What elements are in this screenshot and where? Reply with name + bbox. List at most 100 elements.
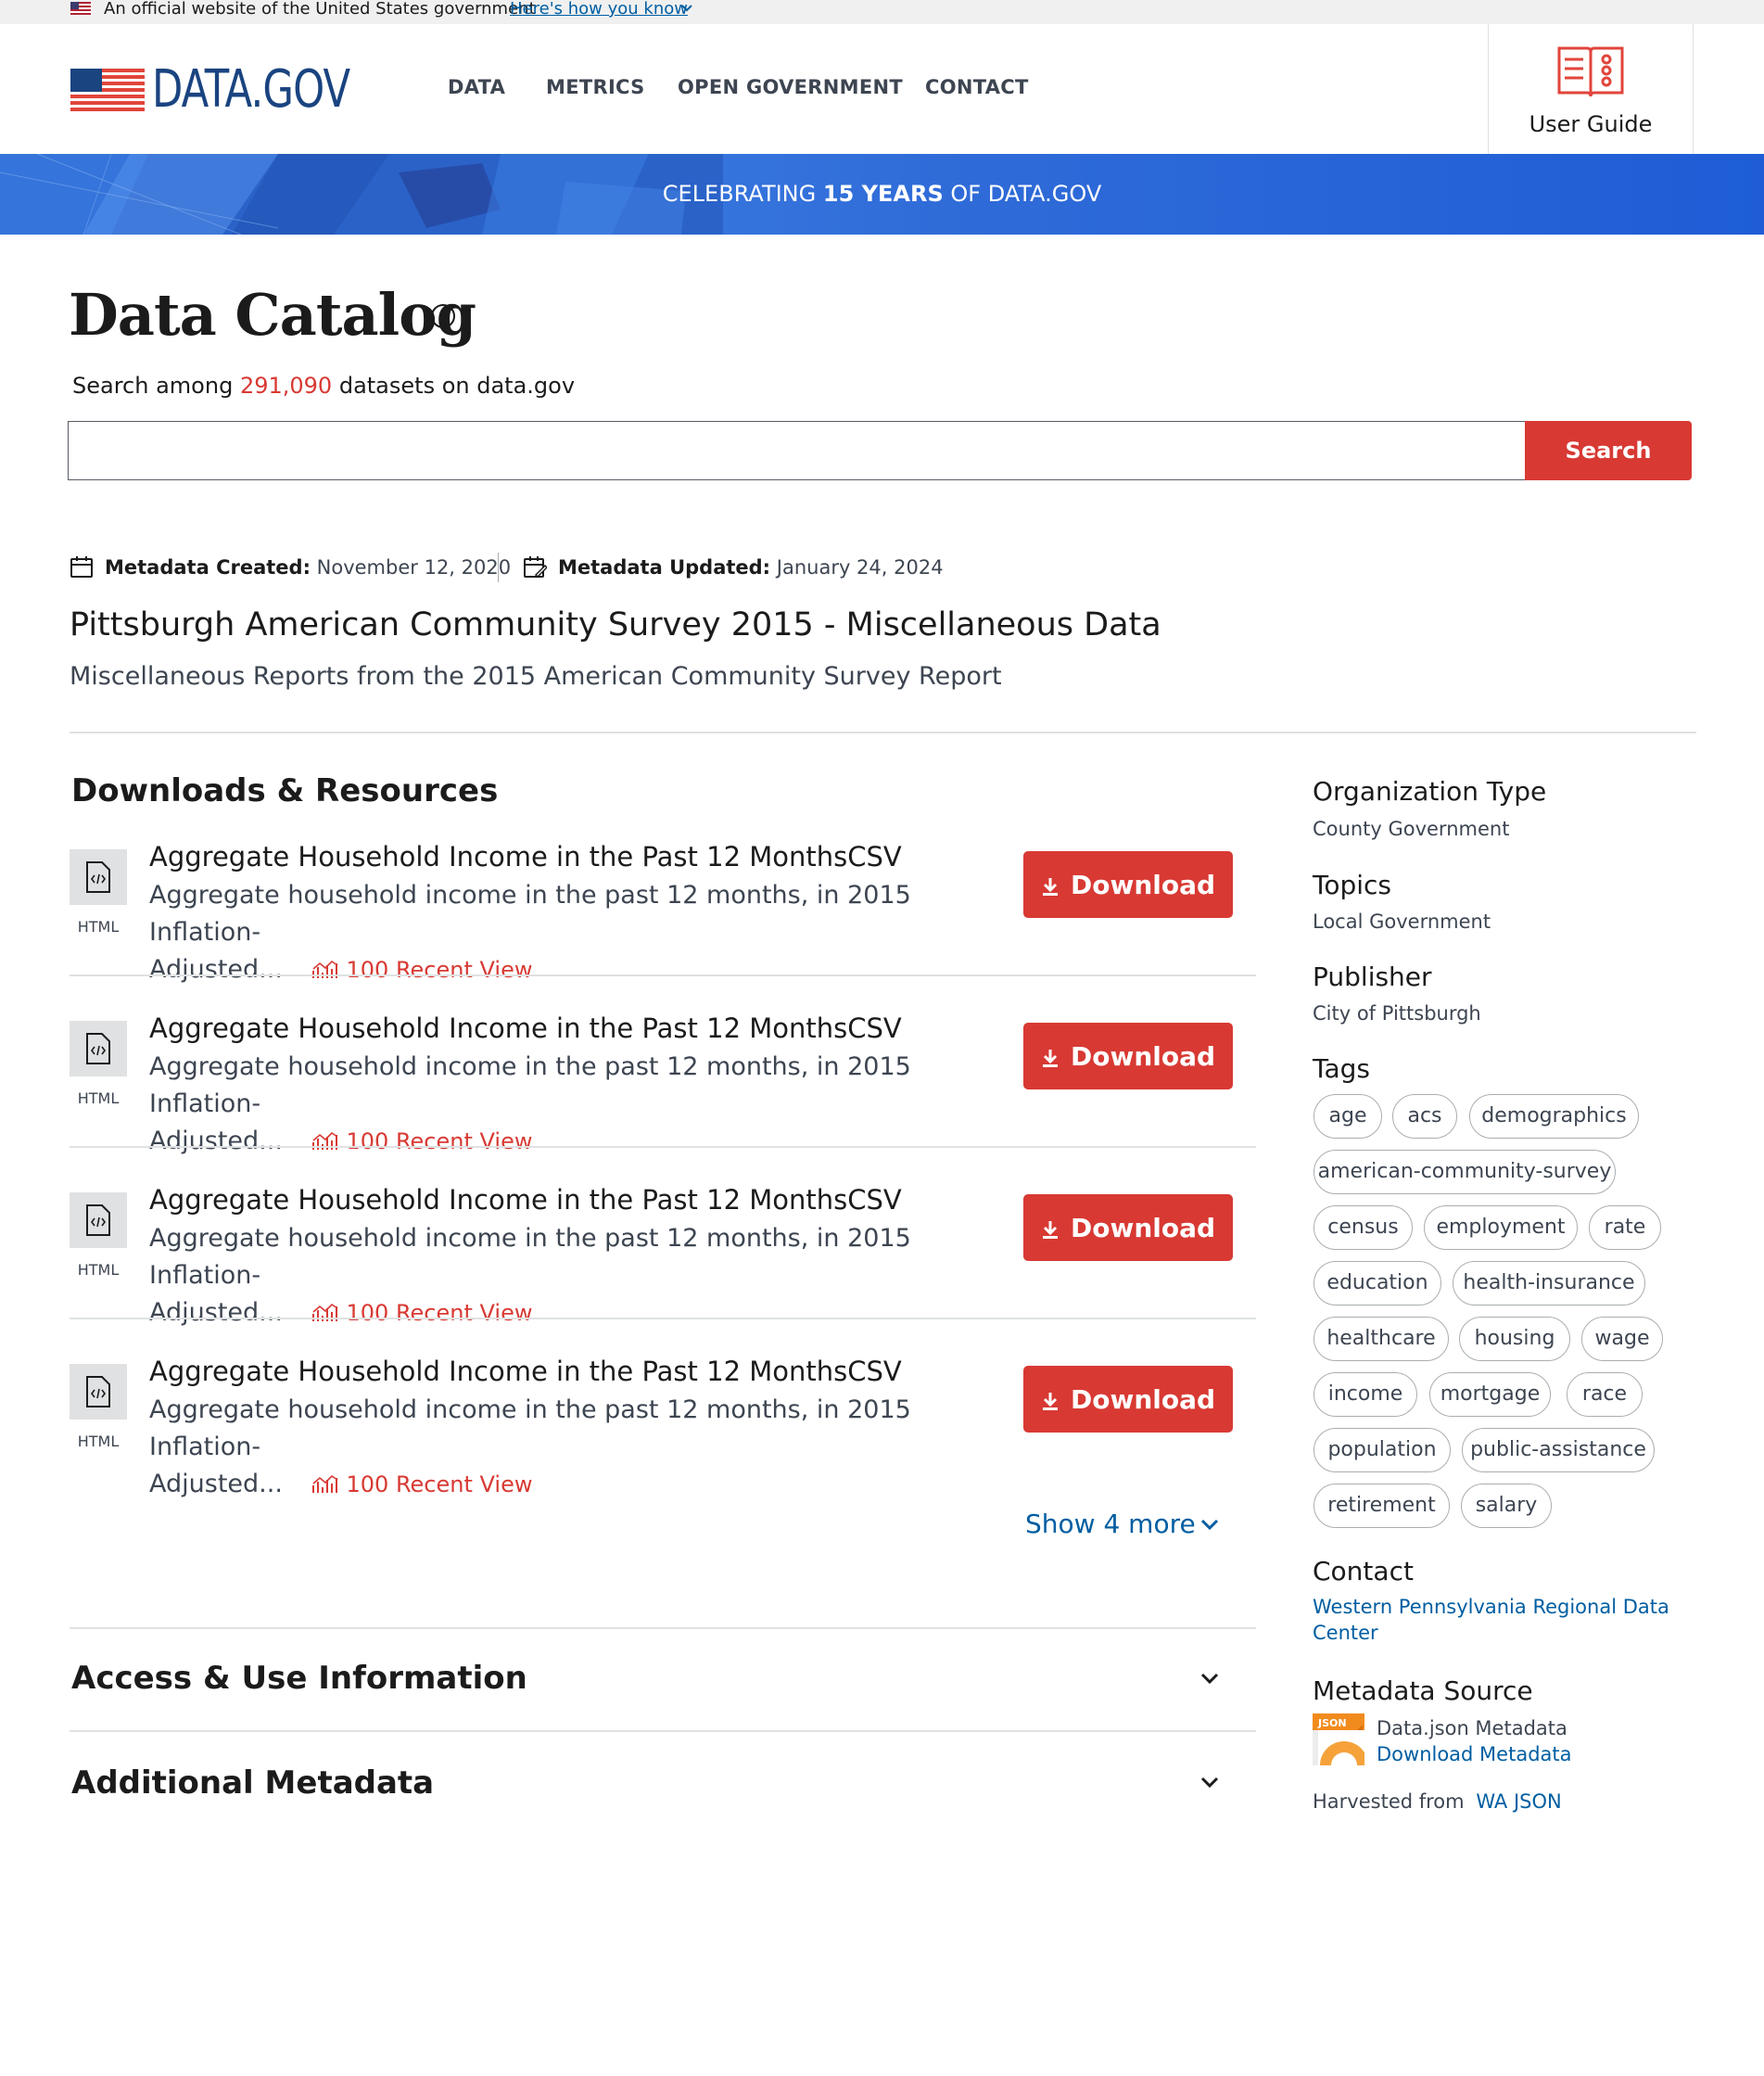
- chevron-down-icon[interactable]: [1199, 1773, 1221, 1791]
- chevron-down-icon[interactable]: [1199, 1515, 1221, 1534]
- resource-description: Aggregate household income in the past 1…: [149, 877, 965, 988]
- file-code-icon: [70, 849, 127, 905]
- tag[interactable]: population: [1313, 1428, 1451, 1472]
- download-metadata-link[interactable]: Download Metadata: [1377, 1741, 1572, 1767]
- downloads-heading: Downloads & Resources: [71, 772, 499, 809]
- recent-views: 100 Recent View: [311, 1128, 532, 1154]
- celebration-years: 15 YEARS: [822, 181, 944, 207]
- chart-icon: [311, 960, 337, 978]
- publisher-label: Publisher: [1313, 962, 1432, 992]
- tag[interactable]: retirement: [1313, 1484, 1450, 1528]
- tag[interactable]: rate: [1589, 1205, 1661, 1250]
- search-input[interactable]: [68, 421, 1526, 480]
- search-among-prefix: Search among: [72, 373, 234, 399]
- celebration-prefix: CELEBRATING: [662, 181, 817, 207]
- organization-type-value: County Government: [1313, 818, 1510, 840]
- metadata-updated-label: Metadata Updated:: [558, 556, 771, 579]
- logo-flag-icon[interactable]: [70, 69, 145, 111]
- resource-desc-line2: Adjusted...: [149, 1470, 283, 1498]
- book-icon: [1557, 46, 1624, 97]
- divider: [70, 1146, 1256, 1148]
- recent-views: 100 Recent View: [311, 1471, 533, 1497]
- dataset-count: 291,090: [239, 373, 333, 399]
- resource-desc-line1: Aggregate household income in the past 1…: [149, 881, 911, 947]
- download-button-label: Download: [1070, 1040, 1216, 1072]
- nav-metrics[interactable]: METRICS: [546, 76, 645, 98]
- harvested-from: Harvested from WA JSON: [1313, 1789, 1562, 1815]
- tag[interactable]: age: [1313, 1094, 1382, 1139]
- tag[interactable]: health-insurance: [1453, 1261, 1645, 1305]
- publisher-value: City of Pittsburgh: [1313, 1002, 1481, 1025]
- resource-item: HTML Aggregate Household Income in the P…: [70, 838, 1256, 1010]
- download-icon: [1042, 1392, 1058, 1410]
- recent-views-label: 100 Recent View: [346, 1471, 533, 1497]
- gov-banner: An official website of the United States…: [0, 0, 1764, 24]
- organization-type-label: Organization Type: [1313, 776, 1547, 807]
- tag[interactable]: mortgage: [1429, 1372, 1551, 1417]
- resource-title[interactable]: Aggregate Household Income in the Past 1…: [149, 1010, 902, 1047]
- info-icon[interactable]: [430, 303, 456, 329]
- user-guide-button[interactable]: User Guide: [1488, 24, 1694, 154]
- tag[interactable]: american-community-survey: [1313, 1150, 1616, 1194]
- metadata-source-value: Data.json Metadata: [1377, 1717, 1567, 1739]
- recent-views: 100 Recent View: [311, 957, 532, 983]
- heres-how-you-know-link[interactable]: Here's how you know: [510, 0, 688, 19]
- recent-views-label: 100 Recent View: [346, 1300, 533, 1326]
- resource-description: Aggregate household income in the past 1…: [149, 1049, 965, 1160]
- topics-label: Topics: [1313, 870, 1392, 900]
- tag[interactable]: wage: [1581, 1317, 1663, 1361]
- download-button-label: Download: [1070, 1212, 1216, 1243]
- access-use-accordion[interactable]: Access & Use Information: [71, 1658, 527, 1699]
- tag[interactable]: housing: [1459, 1317, 1570, 1361]
- resource-format: HTML: [77, 1089, 120, 1107]
- metadata-created: Metadata Created: November 12, 2020: [105, 554, 511, 580]
- download-icon: [1042, 1049, 1058, 1067]
- divider: [70, 1730, 1256, 1732]
- tag[interactable]: salary: [1461, 1484, 1552, 1528]
- tag[interactable]: employment: [1424, 1205, 1578, 1250]
- tag[interactable]: demographics: [1469, 1094, 1639, 1139]
- search-among-suffix: datasets on data.gov: [338, 373, 576, 399]
- celebration-suffix: OF DATA.GOV: [950, 181, 1102, 207]
- tag[interactable]: income: [1313, 1372, 1417, 1417]
- search-button[interactable]: Search: [1525, 421, 1692, 480]
- resource-title[interactable]: Aggregate Household Income in the Past 1…: [149, 838, 902, 875]
- tag[interactable]: healthcare: [1313, 1317, 1449, 1361]
- tag[interactable]: race: [1567, 1372, 1643, 1417]
- download-button[interactable]: Download: [1023, 851, 1233, 918]
- calendar-icon: [70, 556, 93, 578]
- dataset-description: Miscellaneous Reports from the 2015 Amer…: [70, 662, 1002, 691]
- download-button[interactable]: Download: [1023, 1366, 1233, 1433]
- divider: [70, 1318, 1256, 1319]
- contact-link-line1[interactable]: Western Pennsylvania Regional Data: [1313, 1594, 1669, 1620]
- tag[interactable]: public-assistance: [1462, 1428, 1655, 1472]
- download-button[interactable]: Download: [1023, 1023, 1233, 1089]
- additional-metadata-accordion[interactable]: Additional Metadata: [71, 1763, 434, 1803]
- resource-format: HTML: [77, 1261, 120, 1279]
- resource-desc-line2: Adjusted...: [149, 1127, 283, 1155]
- divider: [70, 1627, 1256, 1629]
- nav-contact[interactable]: CONTACT: [925, 76, 1029, 98]
- contact-link-line2[interactable]: Center: [1313, 1620, 1378, 1646]
- divider: [70, 974, 1256, 976]
- tag[interactable]: education: [1313, 1261, 1441, 1305]
- dataset-title: Pittsburgh American Community Survey 201…: [70, 606, 1161, 643]
- chevron-down-icon[interactable]: [1199, 1669, 1221, 1688]
- harvested-link[interactable]: WA JSON: [1476, 1790, 1561, 1813]
- us-flag-icon: [70, 2, 91, 15]
- metadata-created-value: November 12, 2020: [316, 556, 512, 579]
- resource-title[interactable]: Aggregate Household Income in the Past 1…: [149, 1353, 902, 1390]
- resource-format: HTML: [77, 1433, 120, 1450]
- harvested-label: Harvested from: [1313, 1790, 1465, 1813]
- chevron-down-icon[interactable]: [680, 2, 693, 15]
- site-logo[interactable]: DATA.GOV: [152, 59, 350, 121]
- tag[interactable]: census: [1313, 1205, 1413, 1250]
- tag[interactable]: acs: [1392, 1094, 1457, 1139]
- show-more-link[interactable]: Show 4 more: [1025, 1508, 1196, 1541]
- celebration-banner[interactable]: CELEBRATING 15 YEARS OF DATA.GOV: [0, 154, 1764, 235]
- nav-data[interactable]: DATA: [448, 76, 505, 98]
- resource-title[interactable]: Aggregate Household Income in the Past 1…: [149, 1181, 902, 1218]
- resource-desc-line1: Aggregate household income in the past 1…: [149, 1395, 911, 1461]
- nav-open-government[interactable]: OPEN GOVERNMENT: [678, 76, 903, 98]
- download-button[interactable]: Download: [1023, 1194, 1233, 1261]
